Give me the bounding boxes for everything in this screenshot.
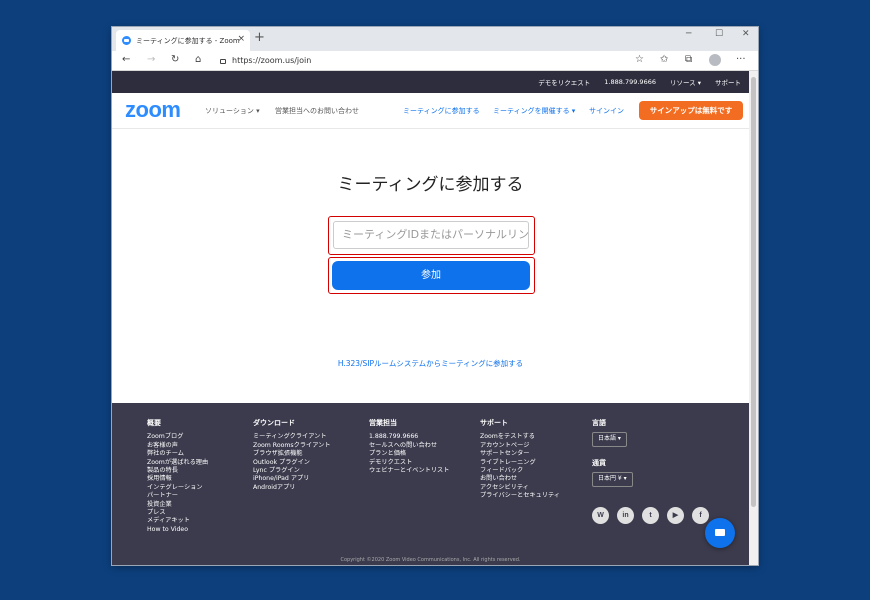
footer-link[interactable]: ウェビナーとイベントリスト — [369, 467, 449, 475]
footer-link[interactable]: Outlook プラグイン — [253, 459, 331, 467]
tab-title: ミーティングに参加する - Zoom — [136, 36, 240, 45]
footer-about-title: 概要 — [147, 419, 161, 427]
footer-link[interactable]: プライバシーとセキュリティ — [480, 492, 560, 500]
wordpress-icon[interactable]: W — [592, 507, 609, 524]
language-select[interactable]: 日本語 ▾ — [592, 432, 627, 447]
favorites-icon[interactable]: ✩ — [660, 54, 668, 65]
tab-zoom-join[interactable]: ミーティングに参加する - Zoom × — [116, 30, 250, 51]
footer-link[interactable]: iPhone/iPad アプリ — [253, 475, 331, 483]
join-button-highlight: 参加 — [328, 257, 535, 294]
phone-link[interactable]: 1.888.799.9666 — [604, 78, 656, 86]
request-demo-link[interactable]: デモをリクエスト — [538, 77, 590, 87]
language-title: 言語 — [592, 419, 606, 427]
footer-link[interactable]: 弊社のチーム — [147, 450, 208, 458]
maximize-icon[interactable]: ☐ — [715, 29, 723, 39]
scrollbar[interactable] — [749, 71, 758, 565]
footer-about-column: 概要 Zoomブログ お客様の声 弊社のチーム Zoomが選ばれる理由 製品の特… — [147, 419, 208, 534]
twitter-icon[interactable]: t — [642, 507, 659, 524]
top-utility-bar: デモをリクエスト 1.888.799.9666 リソース ▾ サポート — [112, 71, 749, 93]
footer-link[interactable]: アクセシビリティ — [480, 484, 560, 492]
h323-sip-link[interactable]: H.323/SIPルームシステムからミーティングに参加する — [112, 358, 749, 369]
refresh-icon[interactable]: ↻ — [171, 54, 179, 65]
chat-bubble-icon[interactable] — [705, 518, 735, 548]
footer-link[interactable]: セールスへの問い合わせ — [369, 442, 449, 450]
footer-link[interactable]: ミーティングクライアント — [253, 433, 331, 441]
footer-link[interactable]: プランと価格 — [369, 450, 449, 458]
footer-link[interactable]: Zoomが選ばれる理由 — [147, 459, 208, 467]
footer-link[interactable]: Zoomブログ — [147, 433, 208, 441]
footer-link[interactable]: お問い合わせ — [480, 475, 560, 483]
footer-link[interactable]: Lync プラグイン — [253, 467, 331, 475]
browser-window: ミーティングに参加する - Zoom × + ─ ☐ ✕ ← → ↻ ⌂ htt… — [112, 27, 758, 565]
footer-link[interactable]: Zoom Roomsクライアント — [253, 442, 331, 450]
solutions-menu[interactable]: ソリューション ▾ — [205, 106, 260, 116]
footer-sales-title: 営業担当 — [369, 419, 397, 427]
contact-sales-link[interactable]: 営業担当へのお問い合わせ — [275, 106, 359, 116]
collections-icon[interactable]: ⧉ — [685, 54, 692, 65]
facebook-icon[interactable]: f — [692, 507, 709, 524]
close-window-icon[interactable]: ✕ — [742, 29, 750, 39]
scrollbar-thumb[interactable] — [751, 77, 756, 507]
url-bar[interactable]: https://zoom.us/join — [220, 54, 640, 68]
footer-link[interactable]: 1.888.799.9666 — [369, 433, 449, 441]
youtube-icon[interactable]: ▶ — [667, 507, 684, 524]
footer-link[interactable]: サポートセンター — [480, 450, 560, 458]
footer-download-column: ダウンロード ミーティングクライアント Zoom Roomsクライアント ブラウ… — [253, 419, 331, 492]
home-icon[interactable]: ⌂ — [195, 54, 201, 65]
footer-link[interactable]: メディアキット — [147, 517, 208, 525]
new-tab-button[interactable]: + — [254, 30, 265, 46]
footer-link[interactable]: ライブトレーニング — [480, 459, 560, 467]
footer-link[interactable]: お客様の声 — [147, 442, 208, 450]
lock-icon — [220, 59, 226, 64]
currency-title: 通貨 — [592, 458, 606, 467]
page-title: ミーティングに参加する — [337, 175, 524, 195]
more-icon[interactable]: ··· — [736, 54, 746, 65]
footer-settings-column: 言語 日本語 ▾ 通貨 日本円 ¥ ▾ — [592, 419, 633, 499]
url-text: https://zoom.us/join — [232, 56, 312, 65]
join-meeting-link[interactable]: ミーティングに参加する — [403, 106, 480, 116]
footer-link[interactable]: 採用情報 — [147, 475, 208, 483]
host-meeting-menu[interactable]: ミーティングを開催する ▾ — [493, 106, 575, 116]
footer-support-column: サポート Zoomをテストする アカウントページ サポートセンター ライブトレー… — [480, 419, 560, 501]
footer-link[interactable]: デモリクエスト — [369, 459, 449, 467]
back-icon[interactable]: ← — [122, 54, 130, 65]
footer-link[interactable]: 投資企業 — [147, 501, 208, 509]
currency-select[interactable]: 日本円 ¥ ▾ — [592, 472, 633, 487]
main-nav: zoom ソリューション ▾ 営業担当へのお問い合わせ ミーティングに参加する … — [112, 93, 749, 129]
linkedin-icon[interactable]: in — [617, 507, 634, 524]
profile-avatar[interactable] — [709, 54, 721, 66]
footer-link[interactable]: アカウントページ — [480, 442, 560, 450]
footer-download-title: ダウンロード — [253, 419, 295, 427]
star-icon[interactable]: ☆ — [635, 54, 644, 65]
footer: 概要 Zoomブログ お客様の声 弊社のチーム Zoomが選ばれる理由 製品の特… — [112, 403, 749, 565]
tab-bar: ミーティングに参加する - Zoom × + ─ ☐ ✕ — [112, 27, 758, 51]
footer-link[interactable]: How to Video — [147, 526, 208, 534]
tab-close-icon[interactable]: × — [237, 34, 245, 44]
meeting-id-highlight: ミーティングIDまたはパーソナルリンク名 — [328, 216, 535, 255]
footer-link[interactable]: Zoomをテストする — [480, 433, 560, 441]
footer-link[interactable]: Androidアプリ — [253, 484, 331, 492]
address-toolbar: ← → ↻ ⌂ https://zoom.us/join ☆ ✩ ⧉ ··· — [112, 51, 758, 71]
footer-sales-column: 営業担当 1.888.799.9666 セールスへの問い合わせ プランと価格 デ… — [369, 419, 449, 475]
sign-in-link[interactable]: サインイン — [589, 106, 624, 116]
minimize-icon[interactable]: ─ — [686, 29, 691, 39]
join-button[interactable]: 参加 — [332, 261, 530, 290]
sign-up-button[interactable]: サインアップは無料です — [639, 101, 743, 120]
footer-link[interactable]: パートナー — [147, 492, 208, 500]
footer-link[interactable]: インテグレーション — [147, 484, 208, 492]
forward-icon[interactable]: → — [147, 54, 155, 65]
support-link[interactable]: サポート — [715, 77, 741, 87]
zoom-logo[interactable]: zoom — [125, 97, 181, 123]
meeting-id-input[interactable]: ミーティングIDまたはパーソナルリンク名 — [333, 221, 529, 249]
resources-menu[interactable]: リソース ▾ — [670, 77, 701, 87]
zoom-favicon-icon — [122, 36, 131, 45]
footer-link[interactable]: ブラウザ拡張機能 — [253, 450, 331, 458]
copyright-text: Copyright ©2020 Zoom Video Communication… — [340, 557, 521, 563]
page-content: デモをリクエスト 1.888.799.9666 リソース ▾ サポート zoom… — [112, 71, 749, 565]
footer-support-title: サポート — [480, 419, 508, 427]
